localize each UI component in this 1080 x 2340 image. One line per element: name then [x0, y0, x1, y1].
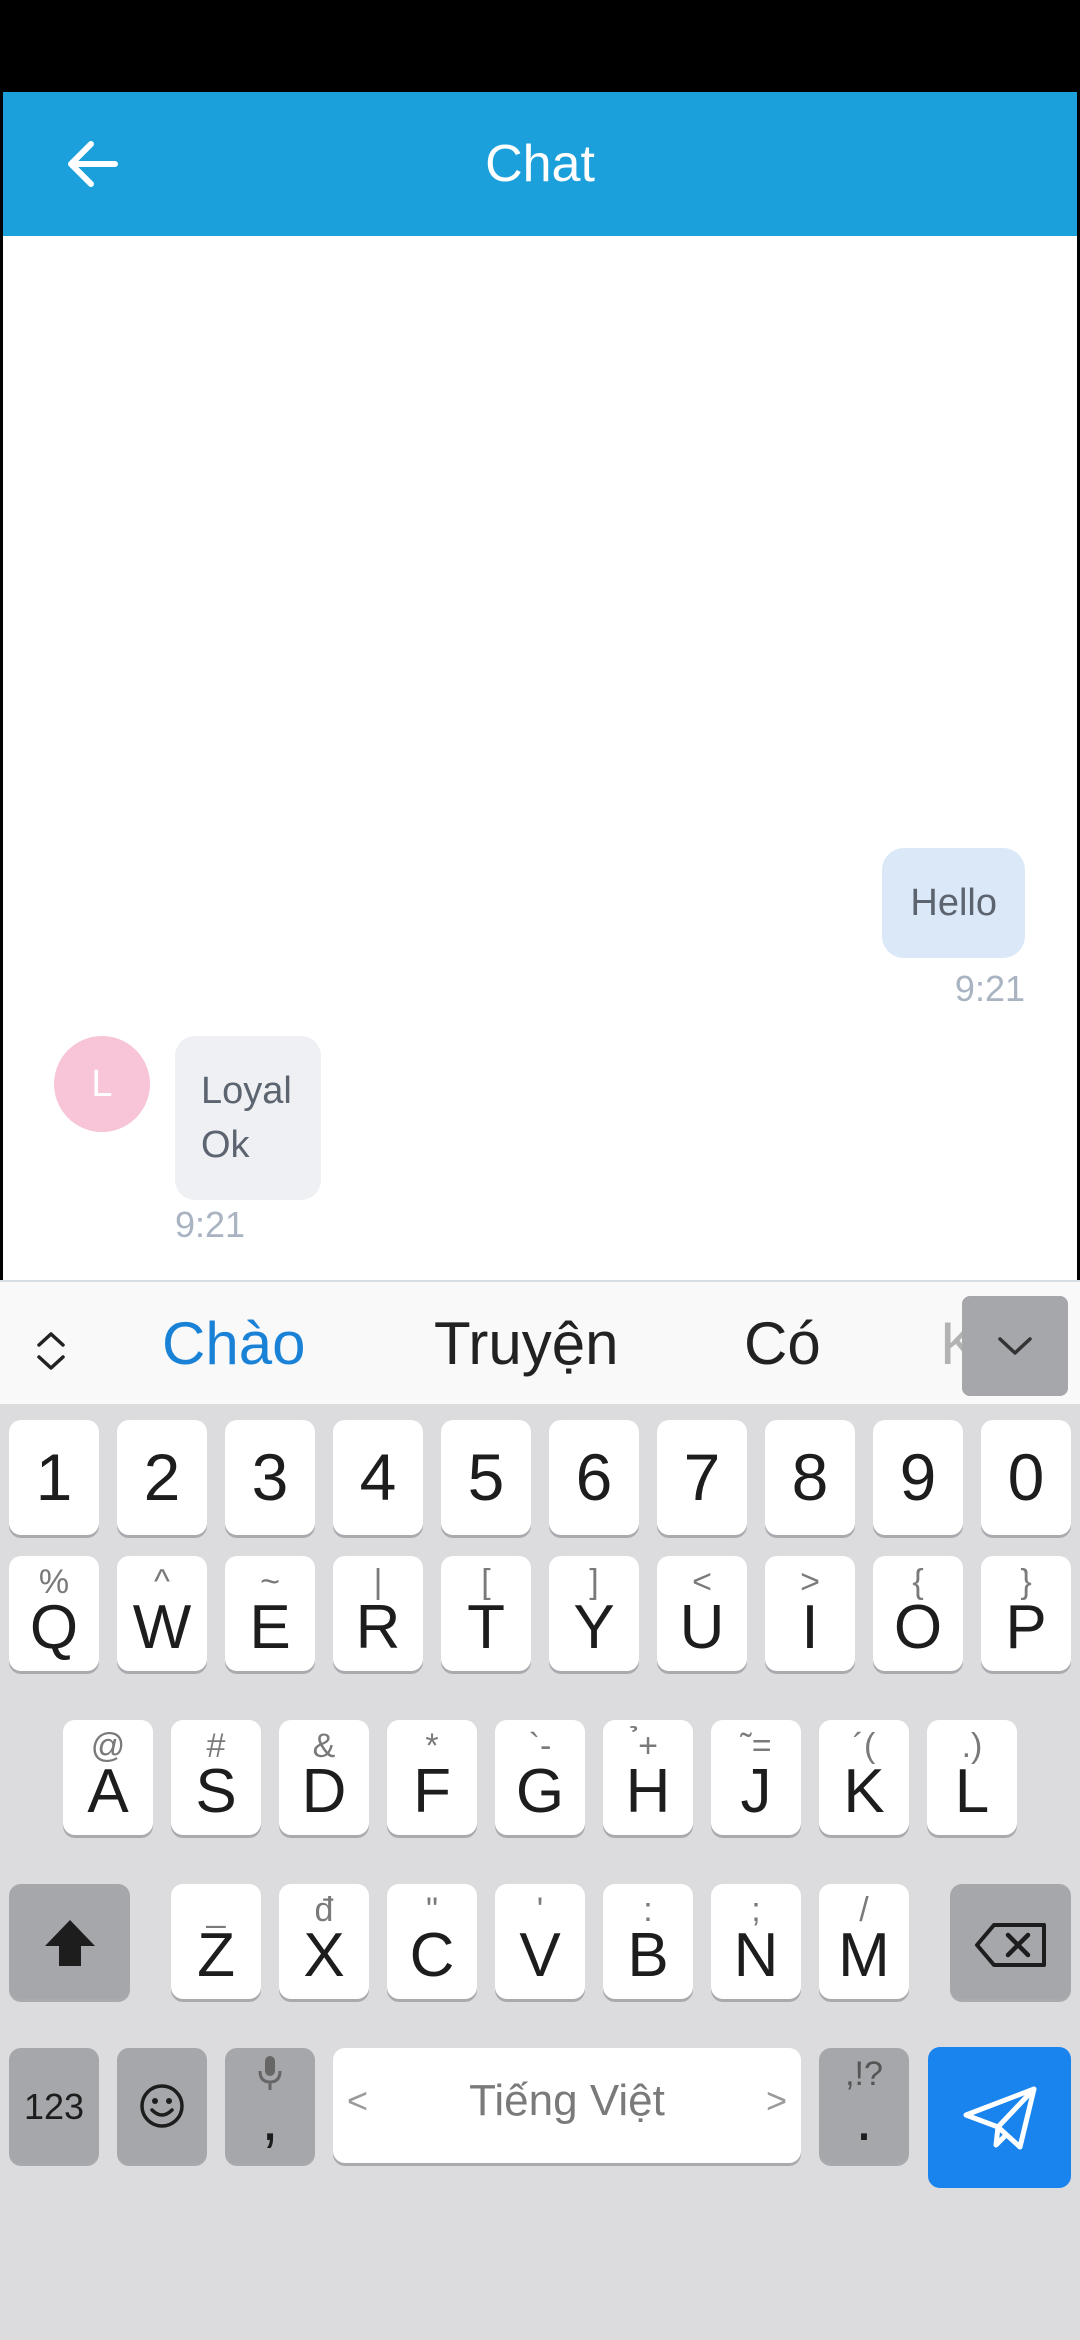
backspace-key[interactable] — [950, 1884, 1071, 1999]
sender-name: Loyal — [201, 1070, 292, 1112]
emoji-icon — [140, 2084, 184, 2128]
key-0[interactable]: 0 — [981, 1420, 1071, 1535]
avatar[interactable]: L — [54, 1036, 150, 1132]
key-v[interactable]: ' V — [495, 1884, 585, 1999]
key-h[interactable]: ̉+ H — [603, 1720, 693, 1835]
space-bar[interactable]: < Tiếng Việt > — [333, 2048, 801, 2163]
key-y[interactable]: ] Y — [549, 1556, 639, 1671]
key-k[interactable]: ´(K — [819, 1720, 909, 1835]
key-4[interactable]: 4 — [333, 1420, 423, 1535]
key-6[interactable]: 6 — [549, 1420, 639, 1535]
key-p[interactable]: } P — [981, 1556, 1071, 1671]
key-a[interactable]: @ A — [63, 1720, 153, 1835]
key-j[interactable]: ˜= J — [711, 1720, 801, 1835]
key-s[interactable]: # S — [171, 1720, 261, 1835]
key-x[interactable]: đX — [279, 1884, 369, 1999]
key-9[interactable]: 9 — [873, 1420, 963, 1535]
key-o[interactable]: {O — [873, 1556, 963, 1671]
key-q[interactable]: % Q — [9, 1556, 99, 1671]
shift-key[interactable] — [9, 1884, 130, 1999]
back-button[interactable] — [51, 128, 135, 200]
chevron-up-down-icon — [37, 1332, 65, 1370]
key-n[interactable]: ; N — [711, 1884, 801, 1999]
backspace-icon — [975, 1923, 1046, 1967]
key-1[interactable]: 1 — [9, 1420, 99, 1535]
key-t[interactable]: [T — [441, 1556, 531, 1671]
app-header: Chat — [3, 92, 1077, 236]
send-icon — [963, 2086, 1036, 2149]
suggestion-bar: Chào Truyện Có K — [0, 1280, 1080, 1404]
key-2[interactable]: 2 — [117, 1420, 207, 1535]
chat-container: Chat Hello 9:21 L Loyal Ok 9:21 — [3, 92, 1077, 1280]
collapse-keyboard-button[interactable] — [962, 1296, 1068, 1396]
punctuation-key[interactable]: ,!? . — [819, 2048, 909, 2163]
key-f[interactable]: * F — [387, 1720, 477, 1835]
emoji-key[interactable] — [117, 2048, 207, 2163]
arrow-left-icon — [68, 141, 118, 187]
page-title: Chat — [485, 135, 595, 193]
send-button[interactable] — [928, 2047, 1071, 2188]
key-7[interactable]: 7 — [657, 1420, 747, 1535]
message-timestamp: 9:21 — [175, 1204, 246, 1245]
incoming-message-bubble[interactable]: Loyal Ok — [175, 1036, 321, 1200]
key-l[interactable]: .) L — [927, 1720, 1017, 1835]
message-timestamp: 9:21 — [954, 968, 1025, 1009]
key-e[interactable]: ~ E — [225, 1556, 315, 1671]
mic-comma-key[interactable]: , — [225, 2048, 315, 2163]
shift-icon — [45, 1920, 95, 1966]
key-u[interactable]: < U — [657, 1556, 747, 1671]
key-m[interactable]: / M — [819, 1884, 909, 1999]
key-g[interactable]: `- G — [495, 1720, 585, 1835]
suggestion-3[interactable]: Có — [744, 1282, 821, 1406]
chevron-right-icon: > — [765, 2080, 787, 2121]
outgoing-message-bubble[interactable]: Hello — [882, 848, 1025, 958]
chevron-down-icon — [998, 1337, 1032, 1355]
status-bar — [0, 0, 1080, 92]
keyboard: Chào Truyện Có K 1 2 3 4 5 6 7 8 9 0 % Q … — [0, 1280, 1080, 2340]
chat-screen: Chat Hello 9:21 L Loyal Ok 9:21 — [0, 92, 1080, 1280]
expand-suggestions-button[interactable] — [22, 1322, 80, 1380]
key-d[interactable]: & D — [279, 1720, 369, 1835]
suggestion-1[interactable]: Chào — [162, 1282, 305, 1406]
key-5[interactable]: 5 — [441, 1420, 531, 1535]
symbols-key[interactable]: 123 — [9, 2048, 99, 2163]
key-3[interactable]: 3 — [225, 1420, 315, 1535]
key-b[interactable]: :B — [603, 1884, 693, 1999]
key-c[interactable]: " C — [387, 1884, 477, 1999]
space-bar-label: Tiếng Việt — [469, 2076, 665, 2125]
key-w[interactable]: ^ W — [117, 1556, 207, 1671]
key-z[interactable]: _ Z — [171, 1884, 261, 1999]
message-text: Ok — [201, 1124, 250, 1166]
key-i[interactable]: > I — [765, 1556, 855, 1671]
key-r[interactable]: | R — [333, 1556, 423, 1671]
suggestion-2[interactable]: Truyện — [434, 1282, 619, 1406]
key-8[interactable]: 8 — [765, 1420, 855, 1535]
